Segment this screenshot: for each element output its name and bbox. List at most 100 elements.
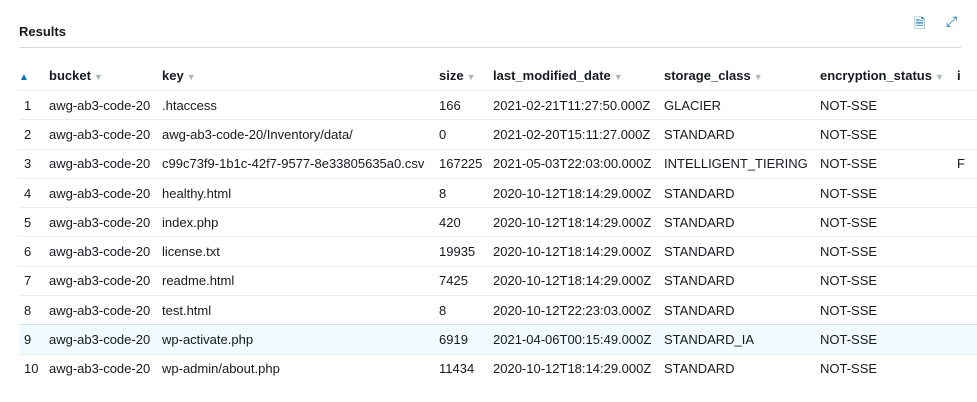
table-cell: 10: [19, 353, 49, 383]
sort-caret-icon[interactable]: ▼: [187, 72, 196, 82]
table-cell: [957, 89, 977, 120]
table-cell: NOT-SSE: [820, 353, 957, 383]
sort-caret-icon[interactable]: ▼: [935, 72, 944, 82]
table-cell: wp-admin/about.php: [162, 353, 439, 383]
table-cell: awg-ab3-code-20: [49, 265, 162, 296]
table-cell: 4: [19, 177, 49, 208]
table-cell: NOT-SSE: [820, 236, 957, 267]
divider: [19, 47, 961, 48]
table-cell: awg-ab3-code-20: [49, 148, 162, 179]
sort-caret-icon[interactable]: ▼: [754, 72, 763, 82]
table-cell: 2020-10-12T18:14:29.000Z: [493, 236, 664, 267]
table-cell: 2020-10-12T18:14:29.000Z: [493, 265, 664, 296]
table-cell: [957, 207, 977, 237]
table-row[interactable]: 1 awg-ab3-code-20 .htaccess 166 2021-02-21T1…: [19, 89, 977, 120]
sort-caret-icon[interactable]: ▼: [614, 72, 623, 82]
table-cell: awg-ab3-code-20: [49, 324, 162, 355]
table-row[interactable]: 7 awg-ab3-code-20 readme.html 7425 2020-10-1…: [19, 265, 977, 296]
table-cell: 166: [439, 89, 493, 120]
expand-icon[interactable]: ⤢: [946, 13, 957, 30]
sort-caret-icon[interactable]: ▼: [467, 72, 476, 82]
table-cell: 6919: [439, 324, 493, 355]
table-cell: 8: [19, 295, 49, 325]
table-cell: healthy.html: [162, 177, 439, 208]
table-cell: 8: [439, 295, 493, 325]
table-cell: INTELLIGENT_TIERING: [664, 148, 820, 179]
download-file-icon[interactable]: 🗎: [914, 13, 925, 37]
table-cell: 7: [19, 265, 49, 296]
table-cell: 2021-02-20T15:11:27.000Z: [493, 119, 664, 150]
table-cell: NOT-SSE: [820, 265, 957, 296]
table-cell: NOT-SSE: [820, 207, 957, 237]
table-cell: 0: [439, 119, 493, 150]
column-header-last-modified-date[interactable]: last_modified_date ▼: [493, 60, 664, 91]
table-cell: 2020-10-12T18:14:29.000Z: [493, 353, 664, 383]
table-row[interactable]: 2 awg-ab3-code-20 awg-ab3-code-20/Inventor…: [19, 119, 977, 150]
table-cell: c99c73f9-1b1c-42f7-9577-8e33805635a0.csv: [162, 148, 439, 179]
table-cell: 2021-02-21T11:27:50.000Z: [493, 89, 664, 120]
column-header-encryption-status[interactable]: encryption_status ▼: [820, 60, 957, 91]
table-cell: awg-ab3-code-20: [49, 119, 162, 150]
column-label: bucket: [49, 67, 91, 83]
table-row[interactable]: 4 awg-ab3-code-20 healthy.html 8 2020-10-12T…: [19, 177, 977, 208]
table-cell: STANDARD: [664, 295, 820, 325]
table-row[interactable]: 3 awg-ab3-code-20 c99c73f9-1b1c-42f7-9577-…: [19, 148, 977, 179]
column-label: key: [162, 67, 184, 83]
table-cell: STANDARD_IA: [664, 324, 820, 355]
table-cell: 2021-05-03T22:03:00.000Z: [493, 148, 664, 179]
table-cell: 8: [439, 177, 493, 208]
table-row[interactable]: 5 awg-ab3-code-20 index.php 420 2020-10-12T1…: [19, 207, 977, 237]
table-cell: 6: [19, 236, 49, 267]
table-cell: 7425: [439, 265, 493, 296]
table-cell: test.html: [162, 295, 439, 325]
table-cell: [957, 236, 977, 267]
table-cell: awg-ab3-code-20/Inventory/data/: [162, 119, 439, 150]
table-cell: wp-activate.php: [162, 324, 439, 355]
table-cell: 5: [19, 207, 49, 237]
column-label: last_modified_date: [493, 67, 611, 83]
table-row[interactable]: 6 awg-ab3-code-20 license.txt 19935 2020-10-…: [19, 236, 977, 267]
table-cell: NOT-SSE: [820, 148, 957, 179]
table-cell: STANDARD: [664, 119, 820, 150]
column-header-i[interactable]: i: [957, 60, 977, 91]
table-cell: 9: [19, 324, 49, 355]
table-cell: 11434: [439, 353, 493, 383]
sort-ascending-icon[interactable]: ▲: [19, 60, 49, 91]
sort-caret-icon[interactable]: ▼: [94, 72, 103, 82]
table-cell: index.php: [162, 207, 439, 237]
column-header-size[interactable]: size ▼: [439, 60, 493, 91]
table-cell: STANDARD: [664, 207, 820, 237]
table-cell: [957, 119, 977, 150]
table-cell: STANDARD: [664, 353, 820, 383]
table-row[interactable]: 9 awg-ab3-code-20 wp-activate.php 6919 2021-…: [19, 324, 977, 355]
table-row[interactable]: 10 awg-ab3-code-20 wp-admin/about.php 11434…: [19, 353, 977, 383]
column-label: storage_class: [664, 67, 751, 83]
table-cell: awg-ab3-code-20: [49, 89, 162, 120]
table-cell: STANDARD: [664, 236, 820, 267]
table-cell: [957, 353, 977, 383]
table-cell: NOT-SSE: [820, 324, 957, 355]
table-cell: F: [957, 148, 977, 179]
table-cell: awg-ab3-code-20: [49, 177, 162, 208]
column-header-key[interactable]: key ▼: [162, 60, 439, 91]
table-cell: awg-ab3-code-20: [49, 295, 162, 325]
column-label: size: [439, 67, 464, 83]
table-cell: NOT-SSE: [820, 119, 957, 150]
header-row: ▲ bucket ▼ key ▼ size ▼ last_modified_date ▼ sto…: [19, 60, 977, 91]
table-cell: license.txt: [162, 236, 439, 267]
table-cell: NOT-SSE: [820, 89, 957, 120]
column-header-storage-class[interactable]: storage_class ▼: [664, 60, 820, 91]
table-row[interactable]: 8 awg-ab3-code-20 test.html 8 2020-10-12T22:…: [19, 295, 977, 325]
results-title: Results: [19, 24, 66, 39]
table-cell: 3: [19, 148, 49, 179]
table-cell: NOT-SSE: [820, 295, 957, 325]
table-cell: 167225: [439, 148, 493, 179]
column-label: encryption_status: [820, 67, 932, 83]
column-header-bucket[interactable]: bucket ▼: [49, 60, 162, 91]
table-cell: GLACIER: [664, 89, 820, 120]
table-cell: [957, 295, 977, 325]
table-cell: awg-ab3-code-20: [49, 236, 162, 267]
table-cell: [957, 265, 977, 296]
table-cell: awg-ab3-code-20: [49, 207, 162, 237]
table-cell: 2: [19, 119, 49, 150]
